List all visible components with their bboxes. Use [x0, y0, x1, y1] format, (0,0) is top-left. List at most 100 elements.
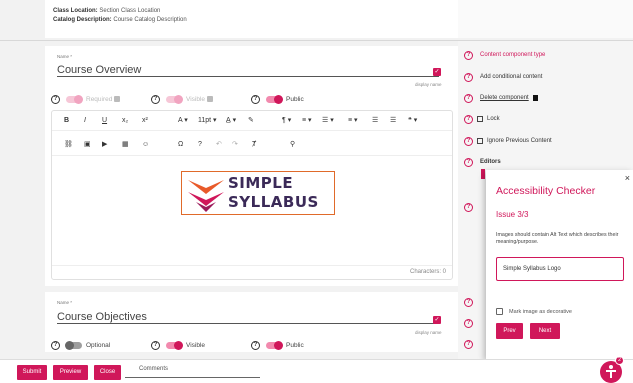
numbered-list-dropdown[interactable]: ≡ ▾	[348, 116, 358, 126]
table-icon[interactable]: ▦	[122, 140, 129, 150]
text-color-button[interactable]: A̲ ▾	[226, 116, 236, 126]
public-toggle[interactable]	[266, 340, 283, 350]
visible-toggle[interactable]	[166, 94, 183, 104]
lock-row[interactable]: ? Lock	[464, 113, 500, 125]
required-toggle[interactable]	[66, 94, 83, 104]
alt-text-input[interactable]: Simple Syllabus Logo	[496, 257, 624, 281]
class-location-line: Class Location: Section Class Location	[53, 8, 160, 14]
help-icon[interactable]: ?	[464, 114, 473, 124]
help-icon[interactable]: ?	[51, 94, 60, 104]
help-icon[interactable]: ?	[464, 136, 473, 146]
section-title-input[interactable]: Course Objectives	[57, 310, 439, 324]
help-icon[interactable]: ?	[464, 72, 473, 82]
public-toggle-group: ? Public	[251, 339, 304, 351]
submit-button[interactable]: Submit	[17, 365, 47, 380]
delete-component-row[interactable]: ? Delete component	[464, 92, 538, 104]
undo-icon[interactable]: ↶	[216, 140, 222, 150]
close-button[interactable]: Close	[94, 365, 121, 380]
option-row: ?	[464, 201, 473, 213]
editors-row: ? Editors	[464, 156, 501, 168]
ignore-previous-row[interactable]: ? Ignore Previous Content	[464, 135, 552, 147]
media-icon[interactable]: ▶	[102, 140, 107, 150]
display-name-hint: display name	[415, 82, 442, 87]
help-icon[interactable]: ?	[464, 297, 473, 307]
editor-footer	[52, 265, 452, 279]
component-type-row[interactable]: ? Content component type	[464, 49, 545, 61]
help-icon[interactable]: ?	[464, 339, 473, 349]
editors-indicator	[481, 169, 485, 179]
emoji-icon[interactable]: ☺	[142, 140, 149, 150]
help-icon[interactable]: ?	[151, 94, 160, 104]
help-icon[interactable]: ?	[251, 94, 260, 104]
logo-text-line-1: SIMPLE	[228, 174, 294, 192]
clear-format-icon[interactable]: Ⱦ	[252, 140, 256, 150]
subscript-button[interactable]: x₂	[122, 116, 128, 126]
bold-button[interactable]: B	[64, 116, 69, 126]
rich-text-editor[interactable]: B I U x₂ x² A ▾ 11pt ▾ A̲ ▾ ✎ ¶ ▾ ≡ ▾ ☰ …	[51, 110, 453, 280]
help-icon[interactable]: ?	[251, 340, 260, 350]
font-size-dropdown[interactable]: 11pt ▾	[198, 116, 217, 126]
app-root: Class Location: Section Class Location C…	[0, 0, 633, 383]
display-name-hint: display name	[415, 330, 442, 335]
section-title-input[interactable]: Course Overview	[57, 63, 439, 77]
redo-icon[interactable]: ↷	[232, 140, 238, 150]
indent-button[interactable]: ☰	[390, 116, 396, 126]
class-location-value: Section Class Location	[99, 8, 161, 14]
trash-icon[interactable]	[532, 95, 538, 101]
toolbar-row-2: ⛓ ▣ ▶ ▦ ☺ Ω ? ↶ ↷ Ⱦ ⚲	[52, 136, 452, 154]
outdent-button[interactable]: ☰	[372, 116, 378, 126]
close-icon[interactable]: ×	[625, 173, 630, 183]
optional-toggle-group: ? Optional	[51, 339, 110, 351]
help-icon[interactable]: ?	[151, 340, 160, 350]
special-char-icon[interactable]: Ω	[178, 140, 183, 150]
lock-checkbox[interactable]	[477, 116, 483, 122]
simple-syllabus-logo-image[interactable]: SIMPLE SYLLABUS	[181, 171, 335, 215]
lock-icon	[207, 96, 214, 102]
decorative-checkbox-row[interactable]: Mark image as decorative	[496, 308, 572, 315]
catalog-description-label: Catalog Description:	[53, 17, 112, 23]
highlight-button[interactable]: ✎	[248, 116, 254, 126]
accessibility-check-icon[interactable]: ⚲	[290, 140, 295, 150]
visible-toggle[interactable]	[166, 340, 183, 350]
paragraph-dropdown[interactable]: ¶ ▾	[282, 116, 291, 126]
help-icon[interactable]: ?	[464, 318, 473, 328]
name-field-label: Name *	[57, 54, 73, 59]
help-icon[interactable]: ?	[464, 202, 473, 212]
prev-button[interactable]: Prev	[496, 323, 523, 339]
help-icon[interactable]: ?	[198, 140, 202, 150]
italic-button[interactable]: I	[84, 116, 86, 126]
help-icon[interactable]: ?	[51, 340, 60, 350]
section-toggles: ? Required ? Visible ? Public	[51, 93, 451, 105]
bullet-list-dropdown[interactable]: ☰ ▾	[322, 116, 334, 126]
ignore-previous-checkbox[interactable]	[477, 138, 483, 144]
display-name-checkbox[interactable]: ✓	[433, 316, 441, 324]
display-name-checkbox[interactable]: ✓	[433, 68, 441, 76]
image-icon[interactable]: ▣	[84, 140, 91, 150]
conditional-content-label[interactable]: Add conditional content	[480, 74, 542, 80]
underline-button[interactable]: U	[102, 116, 107, 126]
component-type-label[interactable]: Content component type	[480, 52, 545, 58]
conditional-content-row[interactable]: ? Add conditional content	[464, 71, 542, 83]
public-toggle[interactable]	[266, 94, 283, 104]
align-dropdown[interactable]: ≡ ▾	[302, 116, 312, 126]
superscript-button[interactable]: x²	[142, 116, 148, 126]
blockquote-button[interactable]: ❝ ▾	[408, 116, 417, 126]
decorative-checkbox[interactable]	[496, 308, 503, 315]
delete-component-link[interactable]: Delete component	[480, 95, 529, 101]
help-icon[interactable]: ?	[464, 157, 473, 167]
help-icon[interactable]: ?	[464, 93, 473, 103]
catalog-description-line: Catalog Description: Course Catalog Desc…	[53, 17, 187, 23]
class-info-card: Class Location: Section Class Location C…	[45, 0, 458, 38]
link-icon[interactable]: ⛓	[64, 140, 73, 150]
visible-toggle-group: ? Visible	[151, 93, 214, 105]
section-card-course-overview: Name * Course Overview ✓ display name ? …	[45, 46, 458, 286]
preview-button[interactable]: Preview	[53, 365, 88, 380]
logo-text-line-2: SYLLABUS	[228, 193, 319, 211]
public-label: Public	[286, 95, 304, 103]
toolbar-row-1: B I U x₂ x² A ▾ 11pt ▾ A̲ ▾ ✎ ¶ ▾ ≡ ▾ ☰ …	[52, 112, 452, 130]
next-button[interactable]: Next	[530, 323, 560, 339]
optional-toggle[interactable]	[65, 340, 82, 350]
font-family-dropdown[interactable]: A ▾	[178, 116, 188, 126]
help-icon[interactable]: ?	[464, 50, 473, 60]
comments-input[interactable]: Comments	[125, 364, 260, 378]
